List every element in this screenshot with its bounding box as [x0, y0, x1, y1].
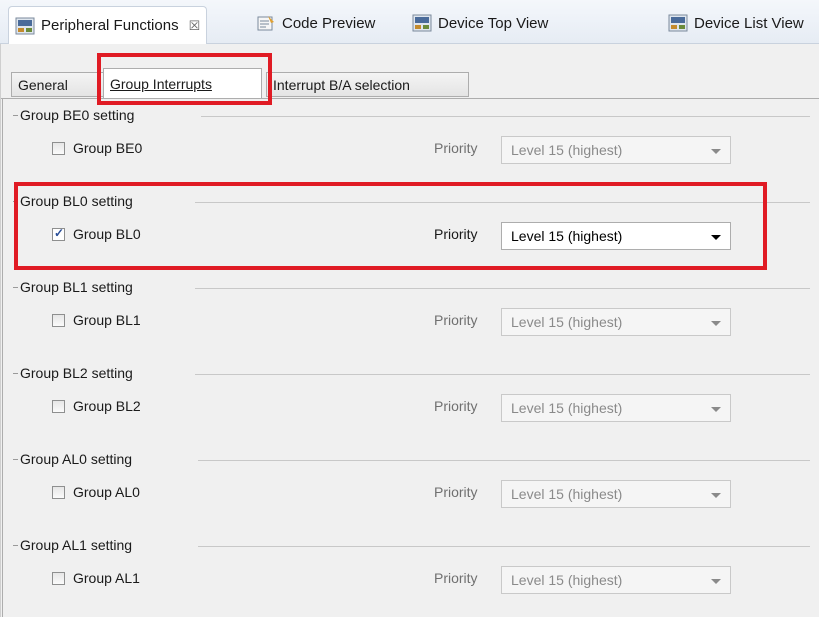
group-bl2-checkbox[interactable] — [52, 400, 65, 413]
chevron-down-icon — [711, 149, 721, 154]
checkbox-label: Group AL1 — [73, 570, 140, 586]
group-row: Group BL1 Priority Level 15 (highest) — [52, 308, 812, 336]
checkbox-label: Group AL0 — [73, 484, 140, 500]
tab-label: Group Interrupts — [110, 75, 212, 92]
tab-label: Peripheral Functions — [41, 17, 179, 34]
tab-device-list-view[interactable]: Device List View — [668, 6, 804, 40]
tab-general[interactable]: General — [11, 72, 104, 97]
priority-label: Priority — [434, 398, 478, 414]
priority-label: Priority — [434, 312, 478, 328]
tab-device-top-view[interactable]: Device Top View — [412, 6, 548, 40]
tab-group-interrupts[interactable]: Group Interrupts — [103, 68, 262, 98]
group-legend: Group AL0 setting — [13, 451, 810, 467]
group-row: Group BE0 Priority Level 15 (highest) — [52, 136, 812, 164]
sub-tab-bar: General Group Interrupts Interrupt B/A s… — [1, 66, 819, 98]
device-list-view-icon — [668, 14, 688, 32]
tab-code-preview[interactable]: Code Preview — [256, 6, 375, 40]
tab-label: Device List View — [694, 14, 804, 32]
chevron-down-icon — [711, 579, 721, 584]
checkbox-label: Group BL0 — [73, 226, 141, 242]
tab-label: Code Preview — [282, 14, 376, 32]
checkbox-label: Group BE0 — [73, 140, 143, 156]
device-top-view-icon — [412, 14, 432, 32]
tab-interrupt-ba-selection[interactable]: Interrupt B/A selection — [266, 72, 469, 97]
priority-select[interactable]: Level 15 (highest) — [501, 308, 731, 336]
checkbox-label: Group BL1 — [73, 312, 141, 328]
editor-content: General Group Interrupts Interrupt B/A s… — [0, 44, 819, 617]
checkbox-label: Group BL2 — [73, 398, 141, 414]
tab-label: Interrupt B/A selection — [273, 76, 410, 93]
group-al0-checkbox[interactable] — [52, 486, 65, 499]
tab-peripheral-functions[interactable]: Peripheral Functions ☒ — [8, 6, 208, 44]
group-legend: Group BL2 setting — [13, 365, 810, 381]
priority-label: Priority — [434, 140, 478, 156]
group-legend: Group BL0 setting — [13, 193, 810, 209]
chevron-down-icon — [711, 407, 721, 412]
chevron-down-icon — [711, 321, 721, 326]
group-legend: Group AL1 setting — [13, 537, 810, 553]
group-row: Group AL1 Priority Level 15 (highest) — [52, 566, 812, 594]
priority-select[interactable]: Level 15 (highest) — [501, 480, 731, 508]
group-interrupts-panel: Group BE0 setting Group BE0 Priority Lev… — [2, 99, 819, 617]
chevron-down-icon — [711, 235, 721, 240]
peripheral-code-icon — [15, 17, 35, 34]
group-legend: Group BL1 setting — [13, 279, 810, 295]
editor-tab-bar: Peripheral Functions ☒ Code Preview Devi… — [0, 0, 819, 44]
priority-select[interactable]: Level 15 (highest) — [501, 566, 731, 594]
priority-label: Priority — [434, 484, 478, 500]
group-legend: Group BE0 setting — [13, 107, 810, 123]
group-al1-checkbox[interactable] — [52, 572, 65, 585]
group-row: Group AL0 Priority Level 15 (highest) — [52, 480, 812, 508]
priority-select[interactable]: Level 15 (highest) — [501, 394, 731, 422]
priority-label: Priority — [434, 226, 478, 242]
priority-select[interactable]: Level 15 (highest) — [501, 136, 731, 164]
code-preview-icon — [257, 16, 274, 31]
tab-label: General — [18, 76, 68, 93]
chevron-down-icon — [711, 493, 721, 498]
group-bl0-checkbox[interactable] — [52, 226, 65, 241]
group-be0-checkbox[interactable] — [52, 142, 65, 155]
close-icon[interactable]: ☒ — [189, 18, 201, 34]
priority-label: Priority — [434, 570, 478, 586]
group-row: Group BL2 Priority Level 15 (highest) — [52, 394, 812, 422]
group-bl1-checkbox[interactable] — [52, 314, 65, 327]
group-row: Group BL0 Priority Level 15 (highest) — [52, 222, 812, 250]
priority-select[interactable]: Level 15 (highest) — [501, 222, 731, 250]
tab-label: Device Top View — [438, 14, 549, 32]
